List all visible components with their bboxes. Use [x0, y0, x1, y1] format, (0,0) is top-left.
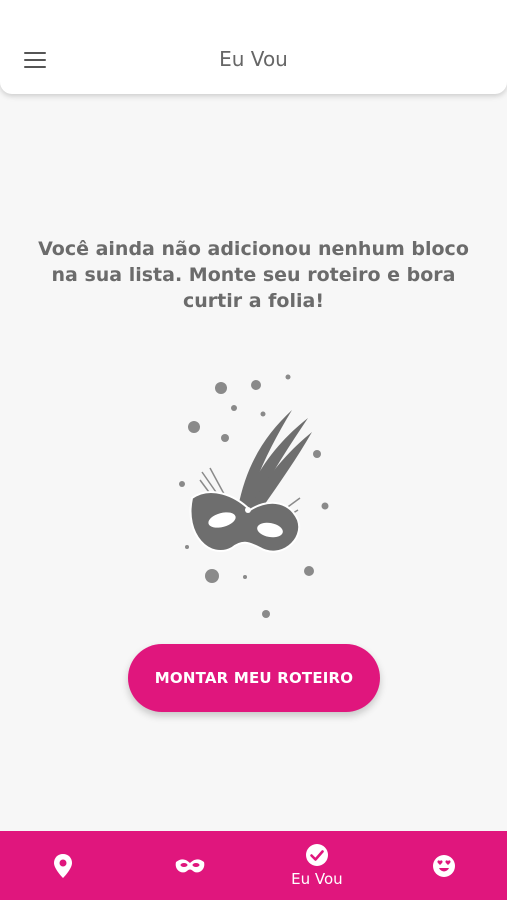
tab-profile[interactable]	[380, 831, 507, 900]
app-header: Eu Vou	[0, 0, 507, 94]
build-itinerary-button[interactable]: MONTAR MEU ROTEIRO	[128, 644, 380, 712]
tab-eu-vou[interactable]: Eu Vou	[254, 831, 381, 900]
empty-state-message: Você ainda não adicionou nenhum bloco na…	[38, 238, 469, 312]
bottom-tab-bar: Eu Vou	[0, 831, 507, 900]
tab-eu-vou-label: Eu Vou	[291, 870, 343, 888]
tab-map[interactable]	[0, 831, 127, 900]
tab-blocos[interactable]	[127, 831, 254, 900]
carnival-mask-icon	[170, 370, 340, 620]
mask-icon	[175, 858, 205, 872]
check-circle-icon	[305, 844, 328, 866]
location-pin-icon	[54, 853, 73, 878]
page-title: Eu Vou	[219, 47, 288, 71]
smiley-heart-icon	[432, 854, 455, 877]
